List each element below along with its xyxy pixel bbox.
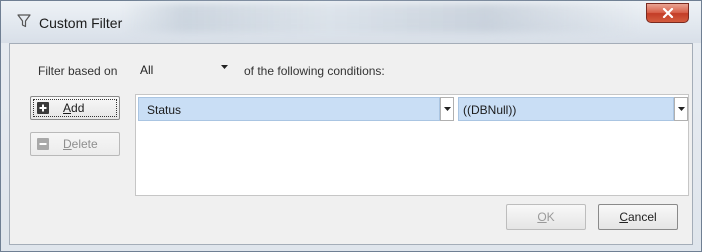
background-blur bbox=[121, 3, 641, 33]
title-bar[interactable]: Custom Filter bbox=[1, 1, 701, 43]
filter-based-on-label: Filter based on bbox=[38, 64, 118, 78]
conditions-label: of the following conditions: bbox=[244, 64, 385, 78]
delete-button[interactable]: Delete bbox=[30, 132, 120, 156]
conditions-list[interactable]: Status ((DBNull)) bbox=[135, 94, 689, 196]
filter-mode-select[interactable]: All bbox=[138, 60, 234, 80]
filter-mode-value: All bbox=[140, 63, 154, 77]
condition-value-dropdown-button[interactable] bbox=[674, 97, 688, 121]
ok-button[interactable]: OK bbox=[506, 204, 586, 230]
condition-field-dropdown-button[interactable] bbox=[440, 97, 454, 121]
ok-button-label: OK bbox=[537, 210, 555, 224]
chevron-down-icon bbox=[221, 65, 228, 69]
add-button[interactable]: Add bbox=[30, 96, 120, 120]
condition-field-select[interactable]: Status bbox=[138, 97, 440, 121]
condition-value-text: ((DBNull)) bbox=[463, 103, 517, 117]
filter-icon bbox=[17, 14, 31, 28]
close-button[interactable] bbox=[646, 3, 689, 23]
add-button-label: Add bbox=[63, 101, 85, 115]
minus-icon bbox=[37, 138, 49, 150]
condition-value-select[interactable]: ((DBNull)) bbox=[458, 97, 674, 121]
cancel-button[interactable]: Cancel bbox=[598, 204, 678, 230]
close-icon bbox=[662, 8, 673, 18]
condition-row[interactable]: Status ((DBNull)) bbox=[136, 97, 688, 121]
condition-field-value: Status bbox=[147, 103, 182, 117]
plus-icon bbox=[37, 102, 49, 114]
chevron-down-icon bbox=[443, 106, 451, 111]
delete-button-label: Delete bbox=[63, 137, 98, 151]
chevron-down-icon bbox=[677, 106, 685, 111]
dialog-title: Custom Filter bbox=[39, 15, 123, 31]
cancel-button-label: Cancel bbox=[619, 210, 657, 224]
dialog-body: Filter based on All of the following con… bbox=[9, 43, 693, 245]
custom-filter-dialog: Custom Filter Filter based on All of the… bbox=[0, 0, 702, 252]
